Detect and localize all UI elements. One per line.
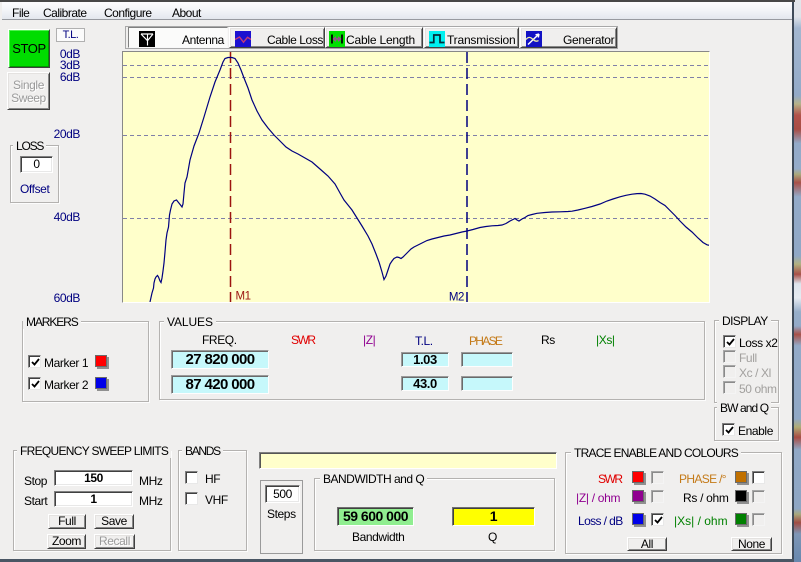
svg-text:M2: M2 — [449, 292, 464, 303]
svg-text:M1: M1 — [236, 291, 251, 303]
